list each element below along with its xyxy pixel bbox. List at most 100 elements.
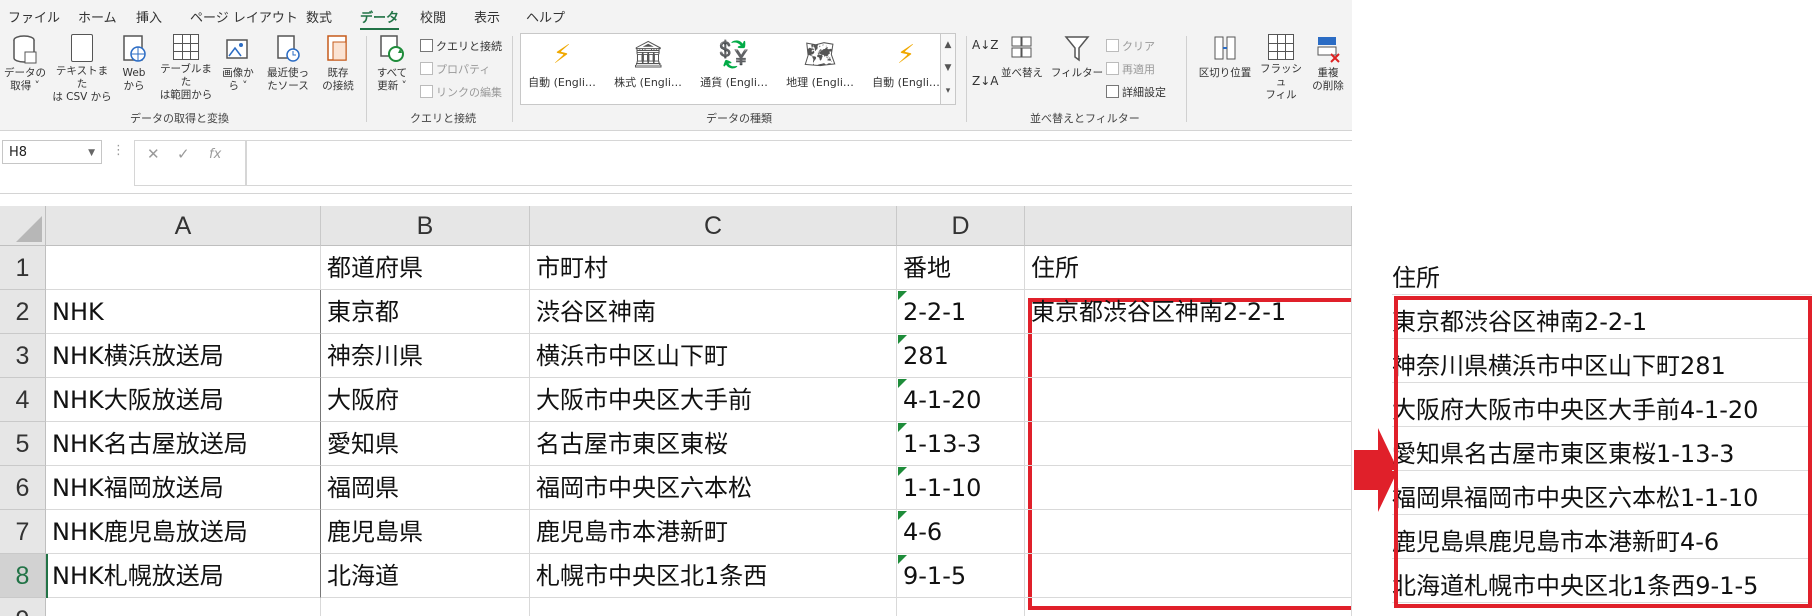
cell-e9[interactable] (1025, 598, 1352, 616)
cell-c5[interactable]: 名古屋市東区東桜 (530, 422, 897, 466)
cancel-icon[interactable]: ✕ (147, 145, 160, 163)
data-type-currencies[interactable]: 💱 通貨 (Engli… (695, 38, 773, 90)
column-header-e[interactable] (1025, 206, 1352, 246)
cell-a5[interactable]: NHK名古屋放送局 (46, 422, 321, 466)
column-header-a[interactable]: A (46, 206, 321, 246)
cell-a9[interactable] (46, 598, 321, 616)
refresh-all-button[interactable]: すべて 更新 ˅ (370, 34, 414, 93)
cell-a3[interactable]: NHK横浜放送局 (46, 334, 321, 378)
row-header[interactable]: 7 (0, 510, 46, 554)
row-header[interactable]: 2 (0, 290, 46, 334)
cell-c8[interactable]: 札幌市中央区北1条西 (530, 554, 897, 598)
properties-button[interactable]: プロパティ (420, 61, 490, 77)
from-picture-button[interactable]: 画像か ら ˅ (216, 34, 260, 93)
existing-connections-button[interactable]: 既存 の接続 (316, 34, 360, 93)
cell-d9[interactable] (897, 598, 1025, 616)
chevron-down-icon[interactable]: ▼ (88, 141, 95, 165)
filter-button[interactable]: フィルター (1050, 34, 1104, 80)
reapply-button[interactable]: 再適用 (1106, 61, 1155, 77)
column-header-d[interactable]: D (897, 206, 1025, 246)
tab-data[interactable]: データ (360, 7, 400, 31)
insert-function-icon[interactable]: fx (209, 147, 221, 162)
cell-d2[interactable]: 2-2-1 (897, 290, 1025, 334)
row-header[interactable]: 1 (0, 246, 46, 290)
text-to-columns-button[interactable]: 区切り位置 (1194, 34, 1256, 80)
tab-file[interactable]: ファイル (8, 7, 60, 26)
cell-e6[interactable] (1025, 466, 1352, 510)
cell-d5[interactable]: 1-13-3 (897, 422, 1025, 466)
cell-b4[interactable]: 大阪府 (321, 378, 530, 422)
from-table-range-button[interactable]: テーブルまた は範囲から (156, 34, 216, 102)
data-type-auto-2[interactable]: ⚡ 自動 (Engli… (867, 38, 945, 90)
data-type-auto-1[interactable]: ⚡ 自動 (Engli… (523, 38, 601, 90)
cell-a1[interactable] (46, 246, 321, 290)
chevron-down-icon[interactable]: ▼ (941, 57, 955, 79)
edit-links-button[interactable]: リンクの編集 (420, 84, 502, 100)
remove-duplicates-button[interactable]: 重複 の削除 (1306, 34, 1350, 93)
more-icon[interactable]: ▾ (941, 80, 955, 102)
row-header[interactable]: 8 (0, 554, 46, 598)
cell-b8[interactable]: 北海道 (321, 554, 530, 598)
cell-b9[interactable] (321, 598, 530, 616)
cell-b2[interactable]: 東京都 (321, 290, 530, 334)
cell-e8[interactable] (1025, 554, 1352, 598)
data-type-geography[interactable]: 🗺 地理 (Engli… (781, 38, 859, 90)
cell-a6[interactable]: NHK福岡放送局 (46, 466, 321, 510)
cell-e3[interactable] (1025, 334, 1352, 378)
formula-input[interactable] (246, 140, 1352, 186)
cell-c3[interactable]: 横浜市中区山下町 (530, 334, 897, 378)
sort-az-button[interactable]: A↓Z (972, 38, 998, 52)
clear-button[interactable]: クリア (1106, 38, 1155, 54)
from-web-button[interactable]: Web から (112, 34, 156, 93)
tab-page-layout[interactable]: ページ レイアウト (190, 7, 298, 26)
chevron-up-icon[interactable]: ▲ (941, 34, 955, 56)
cell-d6[interactable]: 1-1-10 (897, 466, 1025, 510)
cell-b3[interactable]: 神奈川県 (321, 334, 530, 378)
cell-d3[interactable]: 281 (897, 334, 1025, 378)
flash-fill-button[interactable]: フラッシュ フィル (1256, 34, 1306, 102)
select-all-corner[interactable] (0, 206, 46, 246)
sort-za-button[interactable]: Z↓A (972, 74, 998, 88)
cell-c6[interactable]: 福岡市中央区六本松 (530, 466, 897, 510)
row-header[interactable]: 9 (0, 598, 46, 616)
tab-view[interactable]: 表示 (474, 7, 500, 26)
cell-e7[interactable] (1025, 510, 1352, 554)
cell-c7[interactable]: 鹿児島市本港新町 (530, 510, 897, 554)
cell-b1[interactable]: 都道府県 (321, 246, 530, 290)
cell-b5[interactable]: 愛知県 (321, 422, 530, 466)
column-header-b[interactable]: B (321, 206, 530, 246)
cell-c2[interactable]: 渋谷区神南 (530, 290, 897, 334)
from-text-csv-button[interactable]: テキストまた は CSV から (52, 34, 112, 104)
cell-d1[interactable]: 番地 (897, 246, 1025, 290)
tab-review[interactable]: 校閲 (420, 7, 446, 26)
enter-check-icon[interactable]: ✓ (177, 145, 190, 163)
cell-a2[interactable]: NHK (46, 290, 321, 334)
sort-button[interactable]: 並べ替え (998, 34, 1046, 80)
cell-a8[interactable]: NHK札幌放送局 (46, 554, 321, 598)
row-header[interactable]: 3 (0, 334, 46, 378)
cell-e5[interactable] (1025, 422, 1352, 466)
cell-c1[interactable]: 市町村 (530, 246, 897, 290)
cell-b6[interactable]: 福岡県 (321, 466, 530, 510)
tab-home[interactable]: ホーム (78, 7, 117, 26)
queries-connections-button[interactable]: クエリと接続 (420, 38, 502, 54)
row-header[interactable]: 5 (0, 422, 46, 466)
tab-formulas[interactable]: 数式 (306, 7, 332, 26)
cell-d4[interactable]: 4-1-20 (897, 378, 1025, 422)
formula-bar-resize-handle[interactable]: ⋮ (112, 143, 125, 158)
cell-a7[interactable]: NHK鹿児島放送局 (46, 510, 321, 554)
cell-a4[interactable]: NHK大阪放送局 (46, 378, 321, 422)
tab-insert[interactable]: 挿入 (136, 7, 162, 26)
recent-sources-button[interactable]: 最近使っ たソース (262, 34, 314, 93)
data-type-stocks[interactable]: 🏛 株式 (Engli… (609, 38, 687, 90)
name-box[interactable]: H8 ▼ (2, 140, 102, 164)
cell-c4[interactable]: 大阪市中央区大手前 (530, 378, 897, 422)
cell-e2[interactable]: 東京都渋谷区神南2-2-1 (1025, 290, 1352, 334)
column-header-c[interactable]: C (530, 206, 897, 246)
cell-e1[interactable]: 住所 (1025, 246, 1352, 290)
row-header[interactable]: 6 (0, 466, 46, 510)
row-header[interactable]: 4 (0, 378, 46, 422)
get-data-button[interactable]: データの 取得 ˅ (0, 34, 50, 93)
cell-e4[interactable] (1025, 378, 1352, 422)
tab-help[interactable]: ヘルプ (526, 7, 565, 26)
